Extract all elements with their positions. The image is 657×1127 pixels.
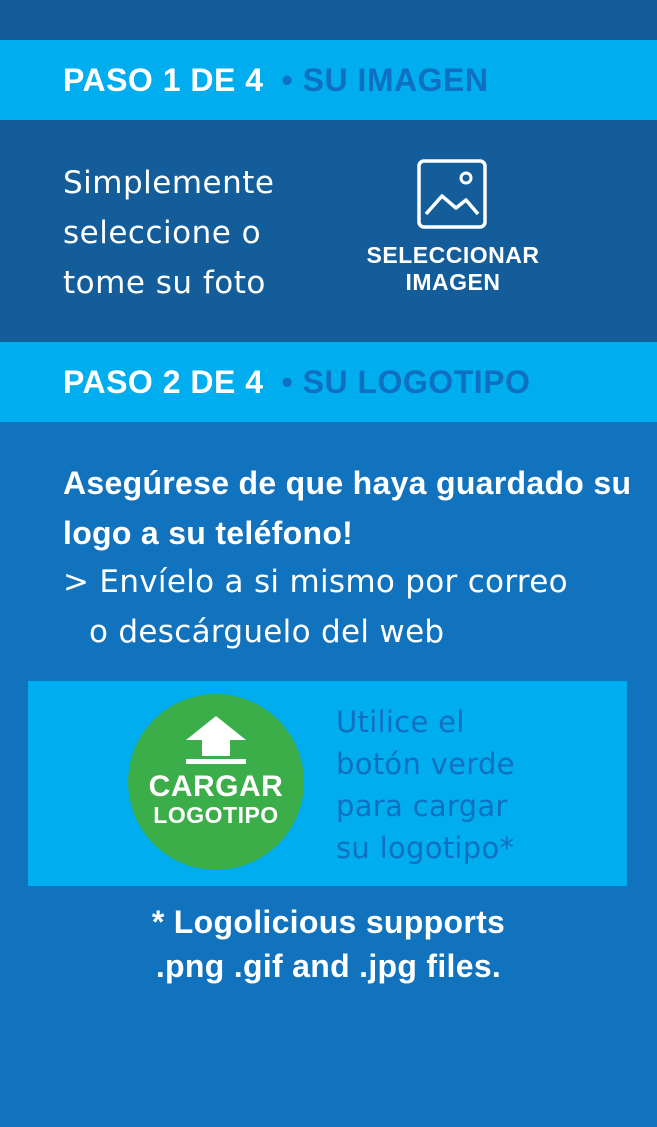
email-instruction: > Envíelo a si mismo por correo [63,564,568,600]
step2-number: PASO 2 DE 4 [63,363,264,400]
step1-number: PASO 1 DE 4 [63,61,264,98]
save-logo-notice: Asegúrese de que haya guardado su logo a… [63,465,632,551]
footnote-line: * Logolicious supports [151,904,506,940]
footnote-line: .png .gif and .jpg files. [155,948,502,984]
image-icon [417,159,487,229]
select-image-label-line: IMAGEN [405,269,501,295]
step1-description-line: tome su foto [63,265,266,301]
download-instruction: o descárguelo del web [89,614,445,650]
upload-arrow-icon [186,716,246,764]
supported-formats-footnote: * Logolicious supports .png .gif and .jp… [0,900,657,988]
upload-label-line: LOGOTIPO [153,802,279,828]
upload-help-text: Utilice el botón verde para cargar su lo… [336,701,616,869]
step2-header: PASO 2 DE 4 • SU LOGOTIPO [0,342,657,422]
select-image-button[interactable]: SELECCIONAR IMAGEN [360,156,546,306]
step1-header: PASO 1 DE 4 • SU IMAGEN [0,40,657,120]
step1-description-line: Simplemente [63,165,275,201]
upload-help-line: para cargar [336,789,508,823]
upload-help-line: botón verde [336,747,515,781]
step1-description-line: seleccione o [63,215,262,251]
step1-description: Simplemente seleccione o tome su foto [63,158,363,308]
step2-title: • SU LOGOTIPO [281,363,531,400]
step1-title: • SU IMAGEN [281,61,489,98]
upload-logo-button[interactable]: CARGAR LOGOTIPO [128,694,304,870]
select-image-label: SELECCIONAR IMAGEN [360,242,546,296]
top-band [0,0,657,40]
upload-help-line: Utilice el [336,705,465,739]
upload-label-line: CARGAR [148,770,284,803]
upload-help-line: su logotipo* [336,831,515,865]
select-image-label-line: SELECCIONAR [366,242,540,268]
